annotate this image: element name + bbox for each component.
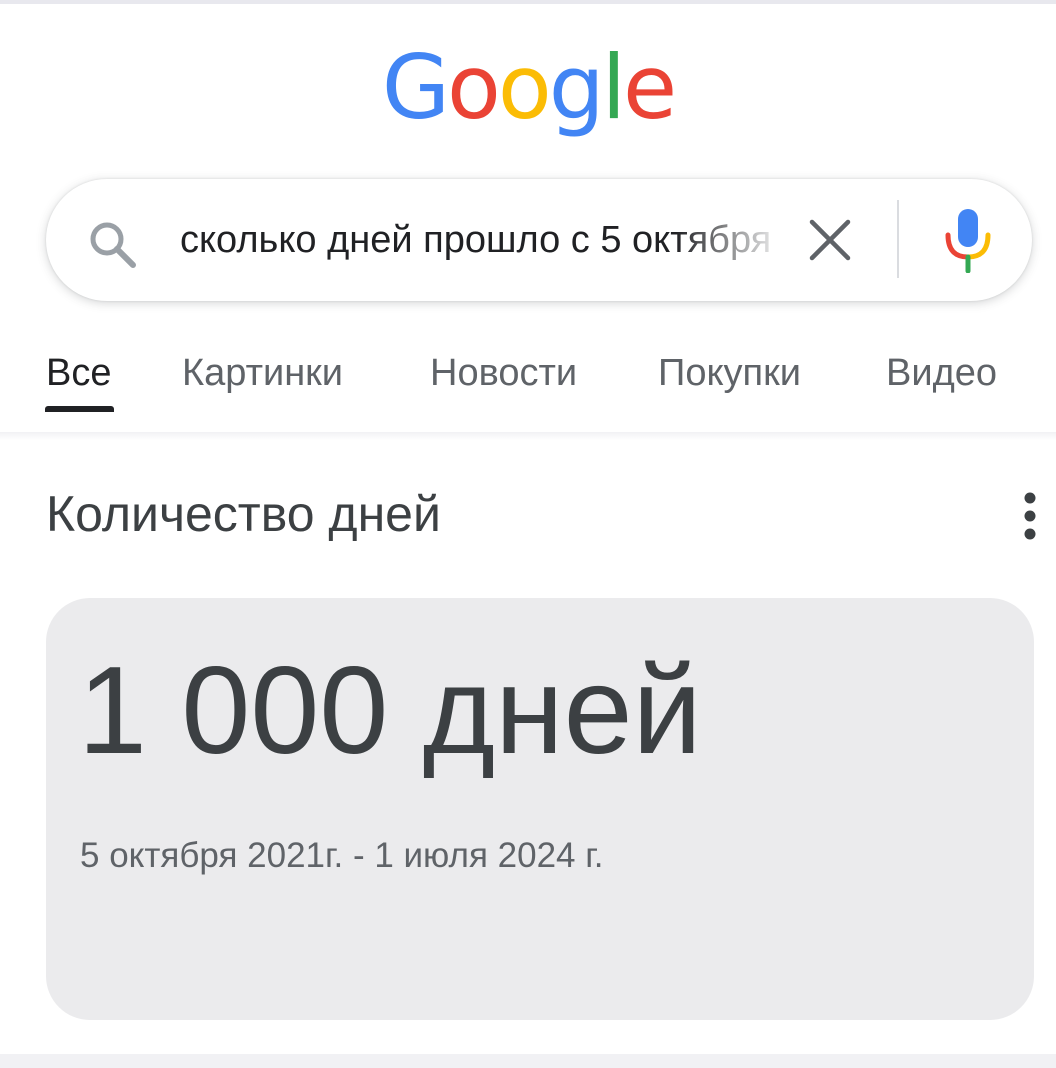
search-input[interactable]: сколько дней прошло с 5 октября 2021: [180, 210, 770, 270]
close-icon[interactable]: [804, 214, 856, 266]
result-date-range: 5 октября 2021г. - 1 июля 2024 г.: [80, 836, 604, 875]
microphone-icon[interactable]: [938, 207, 998, 273]
more-vert-icon[interactable]: [1012, 488, 1048, 544]
logo-letter: g: [548, 36, 605, 139]
tabs-separator: [0, 432, 1056, 440]
search-divider: [897, 200, 899, 278]
search-icon[interactable]: [86, 218, 138, 270]
tab-videos[interactable]: Видео: [886, 340, 997, 406]
google-logo[interactable]: Google: [0, 38, 1056, 138]
result-value: 1 000 дней: [78, 642, 702, 780]
logo-letter: e: [623, 36, 677, 139]
logo-letter: l: [601, 36, 627, 139]
search-tabs: Все Картинки Новости Покупки Видео: [0, 340, 1056, 410]
logo-letter: o: [447, 36, 501, 139]
tab-news[interactable]: Новости: [430, 340, 577, 406]
top-border: [0, 0, 1056, 4]
card-title: Количество дней: [46, 486, 441, 542]
active-tab-indicator: [45, 406, 114, 412]
tab-images[interactable]: Картинки: [182, 340, 343, 406]
logo-letter: o: [497, 36, 552, 139]
search-query-text: сколько дней прошло с 5 октября 2021: [180, 219, 770, 261]
section-separator: [0, 1054, 1056, 1068]
tab-all[interactable]: Все: [46, 340, 111, 406]
logo-letter: G: [381, 36, 450, 139]
tab-shopping[interactable]: Покупки: [658, 340, 801, 406]
